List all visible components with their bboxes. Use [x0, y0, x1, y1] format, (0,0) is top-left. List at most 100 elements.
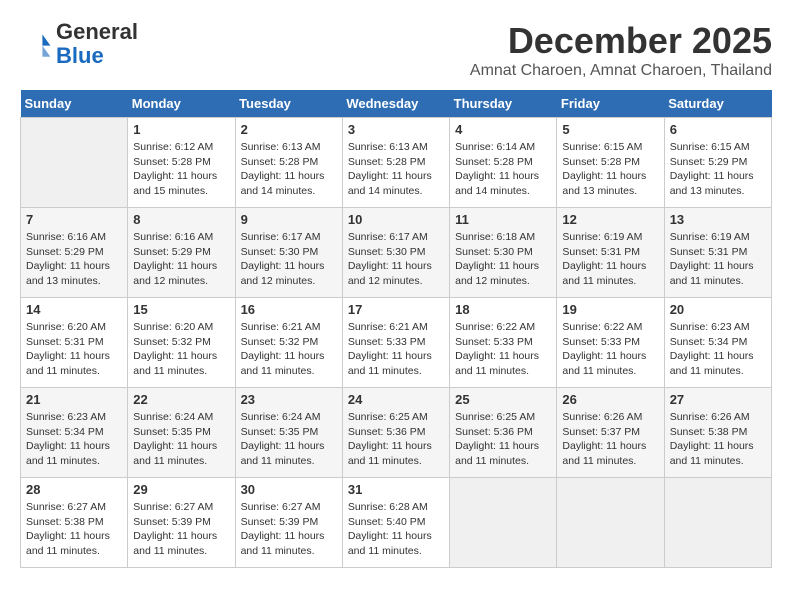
- calendar-day-cell: 30 Sunrise: 6:27 AMSunset: 5:39 PMDayligh…: [235, 478, 342, 568]
- day-number: 13: [670, 212, 766, 227]
- day-info: Sunrise: 6:22 AMSunset: 5:33 PMDaylight:…: [455, 320, 551, 379]
- day-number: 3: [348, 122, 444, 137]
- calendar-day-cell: 17Sunrise: 6:21 AMSunset: 5:33 PMDayligh…: [342, 298, 449, 388]
- calendar-week-row: 14 Sunrise: 6:20 AMSunset: 5:31 PMDayligh…: [21, 298, 772, 388]
- calendar-day-cell: 16 Sunrise: 6:21 AMSunset: 5:32 PMDayligh…: [235, 298, 342, 388]
- calendar-day-cell: 6Sunrise: 6:15 AMSunset: 5:29 PMDaylight…: [664, 118, 771, 208]
- day-info: Sunrise: 6:21 AMSunset: 5:32 PMDaylight:…: [241, 320, 337, 379]
- day-number: 27: [670, 392, 766, 407]
- calendar-day-cell: 14 Sunrise: 6:20 AMSunset: 5:31 PMDayligh…: [21, 298, 128, 388]
- logo-text: General Blue: [56, 20, 138, 68]
- day-info: Sunrise: 6:20 AMSunset: 5:31 PMDaylight:…: [26, 320, 122, 379]
- day-number: 17: [348, 302, 444, 317]
- calendar-day-cell: 3 Sunrise: 6:13 AMSunset: 5:28 PMDaylight…: [342, 118, 449, 208]
- day-info: Sunrise: 6:16 AMSunset: 5:29 PMDaylight:…: [133, 230, 229, 289]
- calendar-day-cell: 8Sunrise: 6:16 AMSunset: 5:29 PMDaylight…: [128, 208, 235, 298]
- calendar-day-cell: [450, 478, 557, 568]
- day-info: Sunrise: 6:27 AMSunset: 5:39 PMDaylight:…: [241, 500, 337, 559]
- calendar-day-header: Friday: [557, 90, 664, 118]
- day-number: 2: [241, 122, 337, 137]
- logo: General Blue: [20, 20, 138, 68]
- page-header: General Blue December 2025 Amnat Charoen…: [20, 20, 772, 80]
- day-info: Sunrise: 6:14 AMSunset: 5:28 PMDaylight:…: [455, 140, 551, 199]
- calendar-day-cell: 21 Sunrise: 6:23 AMSunset: 5:34 PMDayligh…: [21, 388, 128, 478]
- day-info: Sunrise: 6:18 AMSunset: 5:30 PMDaylight:…: [455, 230, 551, 289]
- day-info: Sunrise: 6:26 AMSunset: 5:38 PMDaylight:…: [670, 410, 766, 469]
- calendar-week-row: 28 Sunrise: 6:27 AMSunset: 5:38 PMDayligh…: [21, 478, 772, 568]
- location-subtitle: Amnat Charoen, Amnat Charoen, Thailand: [470, 62, 772, 80]
- day-number: 28: [26, 482, 122, 497]
- day-info: Sunrise: 6:26 AMSunset: 5:37 PMDaylight:…: [562, 410, 658, 469]
- calendar-day-cell: 10Sunrise: 6:17 AMSunset: 5:30 PMDayligh…: [342, 208, 449, 298]
- calendar-week-row: 7 Sunrise: 6:16 AMSunset: 5:29 PMDaylight…: [21, 208, 772, 298]
- calendar-day-cell: 25 Sunrise: 6:25 AMSunset: 5:36 PMDayligh…: [450, 388, 557, 478]
- calendar-day-cell: 11 Sunrise: 6:18 AMSunset: 5:30 PMDayligh…: [450, 208, 557, 298]
- day-info: Sunrise: 6:22 AMSunset: 5:33 PMDaylight:…: [562, 320, 658, 379]
- day-number: 20: [670, 302, 766, 317]
- day-number: 24: [348, 392, 444, 407]
- day-number: 1: [133, 122, 229, 137]
- day-info: Sunrise: 6:13 AMSunset: 5:28 PMDaylight:…: [348, 140, 444, 199]
- calendar-day-header: Saturday: [664, 90, 771, 118]
- day-number: 21: [26, 392, 122, 407]
- day-info: Sunrise: 6:19 AMSunset: 5:31 PMDaylight:…: [670, 230, 766, 289]
- day-number: 16: [241, 302, 337, 317]
- calendar-day-cell: 7 Sunrise: 6:16 AMSunset: 5:29 PMDaylight…: [21, 208, 128, 298]
- calendar-day-cell: 31Sunrise: 6:28 AMSunset: 5:40 PMDayligh…: [342, 478, 449, 568]
- calendar-day-cell: 15 Sunrise: 6:20 AMSunset: 5:32 PMDayligh…: [128, 298, 235, 388]
- calendar-day-cell: 13 Sunrise: 6:19 AMSunset: 5:31 PMDayligh…: [664, 208, 771, 298]
- calendar-day-cell: 9 Sunrise: 6:17 AMSunset: 5:30 PMDaylight…: [235, 208, 342, 298]
- calendar-day-cell: 5Sunrise: 6:15 AMSunset: 5:28 PMDaylight…: [557, 118, 664, 208]
- day-info: Sunrise: 6:25 AMSunset: 5:36 PMDaylight:…: [348, 410, 444, 469]
- day-number: 11: [455, 212, 551, 227]
- calendar-day-cell: 29 Sunrise: 6:27 AMSunset: 5:39 PMDayligh…: [128, 478, 235, 568]
- calendar-day-cell: 4Sunrise: 6:14 AMSunset: 5:28 PMDaylight…: [450, 118, 557, 208]
- calendar-day-cell: [21, 118, 128, 208]
- day-number: 15: [133, 302, 229, 317]
- day-info: Sunrise: 6:23 AMSunset: 5:34 PMDaylight:…: [670, 320, 766, 379]
- day-info: Sunrise: 6:12 AMSunset: 5:28 PMDaylight:…: [133, 140, 229, 199]
- day-number: 29: [133, 482, 229, 497]
- day-number: 12: [562, 212, 658, 227]
- day-number: 9: [241, 212, 337, 227]
- day-info: Sunrise: 6:20 AMSunset: 5:32 PMDaylight:…: [133, 320, 229, 379]
- calendar-day-header: Sunday: [21, 90, 128, 118]
- day-info: Sunrise: 6:28 AMSunset: 5:40 PMDaylight:…: [348, 500, 444, 559]
- day-number: 23: [241, 392, 337, 407]
- day-info: Sunrise: 6:24 AMSunset: 5:35 PMDaylight:…: [133, 410, 229, 469]
- day-info: Sunrise: 6:27 AMSunset: 5:39 PMDaylight:…: [133, 500, 229, 559]
- calendar-day-cell: 24 Sunrise: 6:25 AMSunset: 5:36 PMDayligh…: [342, 388, 449, 478]
- logo-general: General: [56, 19, 138, 44]
- title-block: December 2025 Amnat Charoen, Amnat Charo…: [470, 20, 772, 80]
- day-info: Sunrise: 6:16 AMSunset: 5:29 PMDaylight:…: [26, 230, 122, 289]
- day-number: 7: [26, 212, 122, 227]
- day-number: 30: [241, 482, 337, 497]
- calendar-day-cell: 28 Sunrise: 6:27 AMSunset: 5:38 PMDayligh…: [21, 478, 128, 568]
- calendar-day-cell: 26 Sunrise: 6:26 AMSunset: 5:37 PMDayligh…: [557, 388, 664, 478]
- day-number: 25: [455, 392, 551, 407]
- day-number: 19: [562, 302, 658, 317]
- day-info: Sunrise: 6:17 AMSunset: 5:30 PMDaylight:…: [241, 230, 337, 289]
- day-number: 14: [26, 302, 122, 317]
- day-info: Sunrise: 6:27 AMSunset: 5:38 PMDaylight:…: [26, 500, 122, 559]
- calendar-day-header: Wednesday: [342, 90, 449, 118]
- logo-blue: Blue: [56, 43, 104, 68]
- day-number: 6: [670, 122, 766, 137]
- day-number: 26: [562, 392, 658, 407]
- calendar-day-cell: [557, 478, 664, 568]
- calendar-week-row: 21 Sunrise: 6:23 AMSunset: 5:34 PMDayligh…: [21, 388, 772, 478]
- logo-icon: [20, 28, 52, 60]
- day-info: Sunrise: 6:13 AMSunset: 5:28 PMDaylight:…: [241, 140, 337, 199]
- calendar-day-cell: [664, 478, 771, 568]
- calendar-week-row: 1 Sunrise: 6:12 AMSunset: 5:28 PMDaylight…: [21, 118, 772, 208]
- calendar-day-cell: 20 Sunrise: 6:23 AMSunset: 5:34 PMDayligh…: [664, 298, 771, 388]
- month-year-title: December 2025: [470, 20, 772, 62]
- day-info: Sunrise: 6:19 AMSunset: 5:31 PMDaylight:…: [562, 230, 658, 289]
- day-info: Sunrise: 6:25 AMSunset: 5:36 PMDaylight:…: [455, 410, 551, 469]
- day-info: Sunrise: 6:17 AMSunset: 5:30 PMDaylight:…: [348, 230, 444, 289]
- calendar-day-cell: 19 Sunrise: 6:22 AMSunset: 5:33 PMDayligh…: [557, 298, 664, 388]
- calendar-day-header: Tuesday: [235, 90, 342, 118]
- calendar-day-header: Thursday: [450, 90, 557, 118]
- day-info: Sunrise: 6:23 AMSunset: 5:34 PMDaylight:…: [26, 410, 122, 469]
- calendar-day-cell: 27 Sunrise: 6:26 AMSunset: 5:38 PMDayligh…: [664, 388, 771, 478]
